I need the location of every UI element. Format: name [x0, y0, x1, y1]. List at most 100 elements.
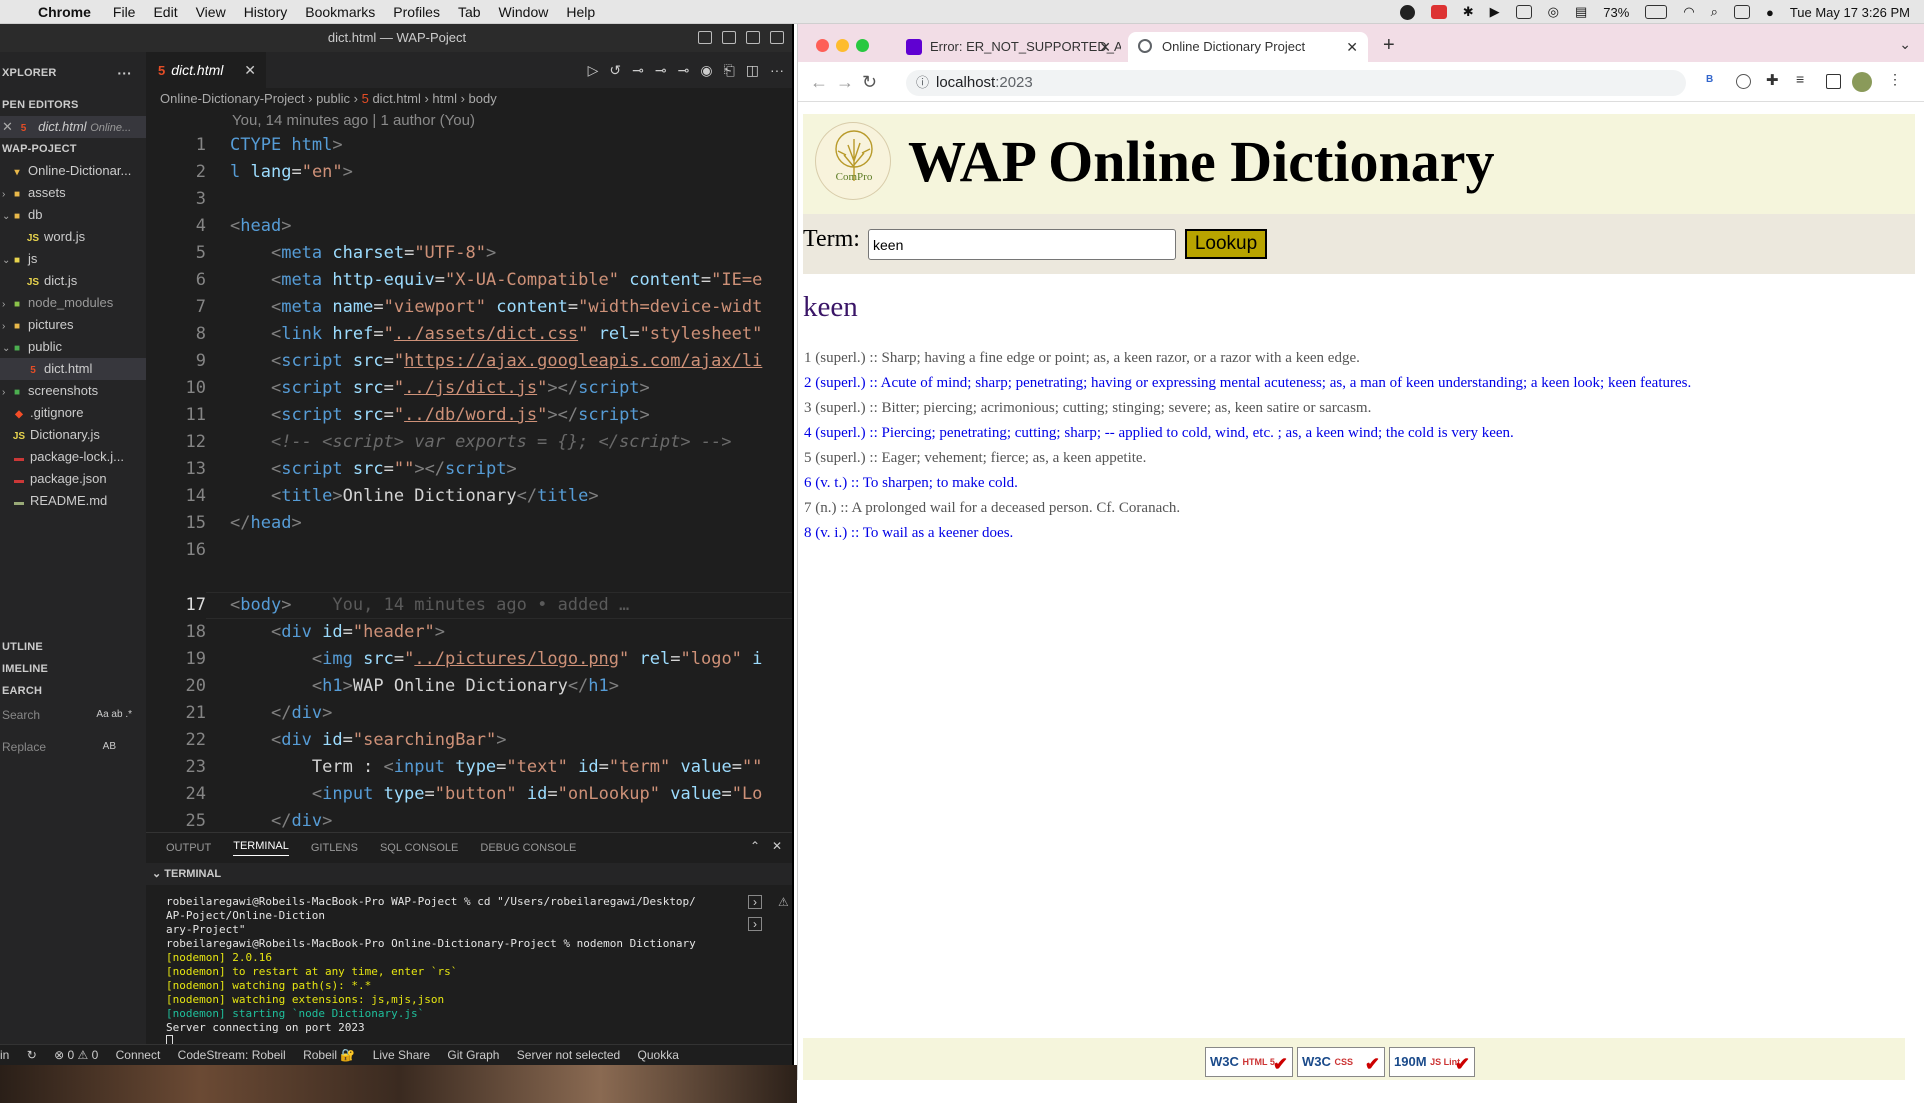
new-tab-button[interactable]: +	[1383, 34, 1395, 57]
status-live-share[interactable]: Live Share	[373, 1048, 430, 1062]
tab-sql-console[interactable]: SQL CONSOLE	[380, 842, 458, 854]
menu-view[interactable]: View	[196, 4, 226, 20]
tree-item-node-modules[interactable]: › ■ node_modules	[0, 292, 146, 314]
menu-tab[interactable]: Tab	[458, 4, 481, 20]
menu-file[interactable]: File	[113, 4, 136, 20]
timeline-icon[interactable]: ↺	[609, 62, 621, 79]
battery-percent[interactable]: 73%	[1603, 5, 1629, 20]
status-codestream[interactable]: CodeStream: Robeil	[178, 1048, 286, 1062]
tab-error[interactable]: Error: ER_NOT_SUPPORTED_A ✕	[896, 32, 1121, 62]
term-input[interactable]	[868, 229, 1176, 260]
menu-bookmarks[interactable]: Bookmarks	[305, 4, 375, 20]
maximize-panel-icon[interactable]: ⌃	[750, 839, 760, 853]
menu-help[interactable]: Help	[566, 4, 595, 20]
tree-item-dict-html[interactable]: 5 dict.html	[0, 358, 146, 380]
status-server[interactable]: Server not selected	[517, 1048, 620, 1062]
status-connect[interactable]: Connect	[116, 1048, 161, 1062]
more-actions-icon[interactable]: ···	[770, 62, 784, 79]
reload-icon[interactable]: ↻	[862, 72, 877, 93]
search-options[interactable]: Aa ab .*	[96, 704, 132, 726]
tree-item-pictures[interactable]: › ■ pictures	[0, 314, 146, 336]
status-quokka[interactable]: Quokka	[638, 1048, 679, 1062]
address-bar[interactable]: ⓘ localhost:2023	[906, 70, 1686, 96]
close-panel-icon[interactable]: ✕	[772, 839, 782, 853]
git-compare-icon[interactable]: ⊸	[632, 62, 644, 79]
minimize-window-icon[interactable]	[836, 39, 849, 52]
tab-online-dictionary[interactable]: Online Dictionary Project ✕	[1128, 32, 1368, 62]
open-preview-icon[interactable]: ⎗	[724, 62, 735, 79]
extension-circle-icon[interactable]	[1736, 74, 1751, 89]
tree-item-public[interactable]: ⌄ ■ public	[0, 336, 146, 358]
menu-window[interactable]: Window	[499, 4, 549, 20]
blame-icon[interactable]: ◉	[700, 62, 712, 79]
w3c-html5-badge[interactable]: W3C HTML 5 ✔	[1205, 1047, 1293, 1077]
timeline-header[interactable]: IMELINE	[0, 658, 48, 680]
open-editors-header[interactable]: PEN EDITORS	[0, 94, 79, 116]
terminal-node-icon[interactable]: ›	[748, 917, 762, 931]
close-tab-icon[interactable]: ✕	[1346, 32, 1358, 62]
reading-list-icon[interactable]: ≡	[1796, 71, 1811, 87]
menu-app-name[interactable]: Chrome	[38, 4, 91, 20]
tab-terminal[interactable]: TERMINAL	[233, 840, 289, 856]
display-icon[interactable]	[1515, 5, 1532, 19]
shield-icon[interactable]	[1430, 5, 1447, 19]
play-icon[interactable]: ▶	[1490, 4, 1500, 20]
terminal-output[interactable]: robeilaregawi@Robeils-MacBook-Pro WAP-Po…	[166, 895, 726, 1045]
battery-icon[interactable]	[1645, 5, 1668, 19]
siri-icon[interactable]: ●	[1766, 5, 1774, 20]
status-user[interactable]: Robeil 🔐	[303, 1048, 355, 1062]
tab-debug-console[interactable]: DEBUG CONSOLE	[480, 842, 576, 854]
breadcrumb-item[interactable]: Online-Dictionary-Project	[160, 91, 305, 106]
tree-item-db[interactable]: ⌄ ■ db	[0, 204, 146, 226]
menu-edit[interactable]: Edit	[153, 4, 177, 20]
tab-search-chevron-icon[interactable]: ⌄	[1899, 36, 1911, 53]
tab-output[interactable]: OUTPUT	[166, 842, 211, 854]
extensions-puzzle-icon[interactable]: ✚	[1766, 71, 1781, 89]
tree-item-online-dictionary[interactable]: ▾ Online-Dictionar...	[0, 160, 146, 182]
more-actions-icon[interactable]: ···	[117, 62, 132, 84]
replace-input[interactable]: Replace AB	[2, 736, 136, 758]
menu-profiles[interactable]: Profiles	[393, 4, 440, 20]
project-header[interactable]: WAP-POJECT	[0, 138, 77, 160]
extension-b-icon[interactable]: B	[1706, 74, 1721, 89]
tree-item-js[interactable]: ⌄ ■ js	[0, 248, 146, 270]
tree-item-dict-js[interactable]: JS dict.js	[0, 270, 146, 292]
status-app-icon[interactable]	[1399, 4, 1415, 20]
chrome-menu-icon[interactable]: ⋮	[1888, 71, 1903, 87]
breadcrumb-item[interactable]: html	[432, 91, 457, 106]
editor-tab-dict-html[interactable]: 5 dict.html ✕	[146, 52, 266, 88]
tree-item-dictionary-js[interactable]: JS Dictionary.js	[0, 424, 146, 446]
airplay-icon[interactable]: ◎	[1548, 4, 1559, 20]
tree-item-package-lock[interactable]: ▬ package-lock.j...	[0, 446, 146, 468]
status-git-graph[interactable]: Git Graph	[447, 1048, 499, 1062]
wifi-icon[interactable]: ◠	[1683, 4, 1694, 20]
terminal-section-header[interactable]: ⌄ TERMINAL	[146, 863, 792, 885]
close-tab-icon[interactable]: ✕	[1099, 32, 1111, 62]
status-branch[interactable]: in	[0, 1048, 9, 1062]
site-info-icon[interactable]: ⓘ	[916, 70, 929, 96]
tree-item-assets[interactable]: › ■ assets	[0, 182, 146, 204]
search-header[interactable]: EARCH	[0, 680, 42, 702]
tree-item-word-js[interactable]: JS word.js	[0, 226, 146, 248]
flag-icon[interactable]: ▤	[1575, 4, 1587, 20]
breadcrumb-item[interactable]: body	[469, 91, 497, 106]
toggle-sidebar-icon[interactable]	[698, 31, 712, 44]
split-editor-icon[interactable]: ◫	[746, 62, 759, 79]
menu-history[interactable]: History	[244, 4, 288, 20]
sync-icon[interactable]: ↻	[27, 1048, 37, 1062]
search-icon[interactable]: ⌕	[1711, 4, 1718, 20]
codelens-blame[interactable]: You, 14 minutes ago | 1 author (You)	[232, 110, 475, 132]
w3c-css-badge[interactable]: W3C CSS ✔	[1297, 1047, 1385, 1077]
back-icon[interactable]: ←	[810, 72, 828, 93]
forward-icon[interactable]: →	[836, 72, 854, 93]
zoom-window-icon[interactable]	[856, 39, 869, 52]
customize-layout-icon[interactable]	[770, 31, 784, 44]
git-next-icon[interactable]: ⊸	[678, 62, 690, 79]
control-center-icon[interactable]	[1733, 5, 1750, 19]
search-input[interactable]: Search Aa ab .*	[2, 704, 136, 726]
tree-item-gitignore[interactable]: ◆ .gitignore	[0, 402, 146, 424]
breadcrumb-item[interactable]: dict.html	[372, 91, 420, 106]
tree-item-package-json[interactable]: ▬ package.json	[0, 468, 146, 490]
close-tab-icon[interactable]: ✕	[244, 52, 256, 88]
outline-header[interactable]: UTLINE	[0, 636, 43, 658]
